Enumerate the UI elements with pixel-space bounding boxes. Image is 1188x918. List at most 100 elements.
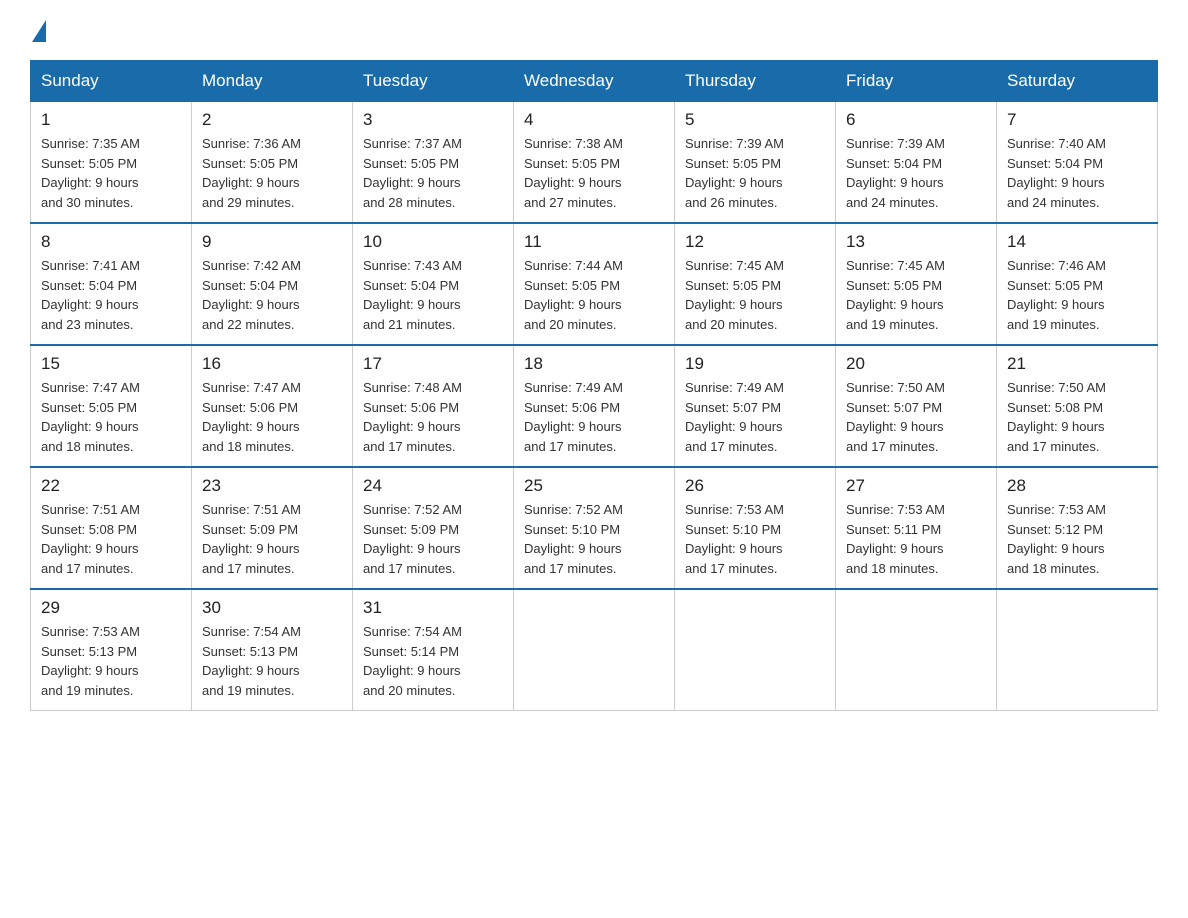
day-info: Sunrise: 7:45 AMSunset: 5:05 PMDaylight:… xyxy=(685,256,825,334)
calendar-cell: 6 Sunrise: 7:39 AMSunset: 5:04 PMDaylight… xyxy=(836,102,997,224)
calendar-cell: 19 Sunrise: 7:49 AMSunset: 5:07 PMDayligh… xyxy=(675,345,836,467)
day-info: Sunrise: 7:49 AMSunset: 5:06 PMDaylight:… xyxy=(524,378,664,456)
calendar-week-row: 29 Sunrise: 7:53 AMSunset: 5:13 PMDayligh… xyxy=(31,589,1158,711)
weekday-header-sunday: Sunday xyxy=(31,61,192,102)
day-number: 16 xyxy=(202,354,342,374)
day-info: Sunrise: 7:53 AMSunset: 5:13 PMDaylight:… xyxy=(41,622,181,700)
calendar-cell: 20 Sunrise: 7:50 AMSunset: 5:07 PMDayligh… xyxy=(836,345,997,467)
calendar-cell: 16Sunrise: 7:47 AMSunset: 5:06 PMDayligh… xyxy=(192,345,353,467)
day-info: Sunrise: 7:54 AMSunset: 5:13 PMDaylight:… xyxy=(202,622,342,700)
calendar-cell: 14Sunrise: 7:46 AMSunset: 5:05 PMDayligh… xyxy=(997,223,1158,345)
calendar-cell: 8Sunrise: 7:41 AMSunset: 5:04 PMDaylight… xyxy=(31,223,192,345)
day-info: Sunrise: 7:39 AMSunset: 5:05 PMDaylight:… xyxy=(685,134,825,212)
day-info: Sunrise: 7:47 AMSunset: 5:05 PMDaylight:… xyxy=(41,378,181,456)
day-info: Sunrise: 7:51 AMSunset: 5:08 PMDaylight:… xyxy=(41,500,181,578)
weekday-header-monday: Monday xyxy=(192,61,353,102)
day-number: 19 xyxy=(685,354,825,374)
day-number: 15 xyxy=(41,354,181,374)
day-info: Sunrise: 7:36 AMSunset: 5:05 PMDaylight:… xyxy=(202,134,342,212)
calendar-cell: 27 Sunrise: 7:53 AMSunset: 5:11 PMDayligh… xyxy=(836,467,997,589)
day-number: 2 xyxy=(202,110,342,130)
day-number: 31 xyxy=(363,598,503,618)
calendar-cell: 9 Sunrise: 7:42 AMSunset: 5:04 PMDaylight… xyxy=(192,223,353,345)
calendar-cell: 30 Sunrise: 7:54 AMSunset: 5:13 PMDayligh… xyxy=(192,589,353,711)
day-info: Sunrise: 7:43 AMSunset: 5:04 PMDaylight:… xyxy=(363,256,503,334)
calendar-cell: 22 Sunrise: 7:51 AMSunset: 5:08 PMDayligh… xyxy=(31,467,192,589)
calendar-week-row: 22 Sunrise: 7:51 AMSunset: 5:08 PMDayligh… xyxy=(31,467,1158,589)
day-info: Sunrise: 7:38 AMSunset: 5:05 PMDaylight:… xyxy=(524,134,664,212)
calendar-cell: 25 Sunrise: 7:52 AMSunset: 5:10 PMDayligh… xyxy=(514,467,675,589)
day-number: 11 xyxy=(524,232,664,252)
day-info: Sunrise: 7:49 AMSunset: 5:07 PMDaylight:… xyxy=(685,378,825,456)
page-header xyxy=(30,20,1158,42)
day-number: 17 xyxy=(363,354,503,374)
day-info: Sunrise: 7:52 AMSunset: 5:10 PMDaylight:… xyxy=(524,500,664,578)
day-info: Sunrise: 7:39 AMSunset: 5:04 PMDaylight:… xyxy=(846,134,986,212)
calendar-cell: 2 Sunrise: 7:36 AMSunset: 5:05 PMDaylight… xyxy=(192,102,353,224)
day-info: Sunrise: 7:44 AMSunset: 5:05 PMDaylight:… xyxy=(524,256,664,334)
day-number: 6 xyxy=(846,110,986,130)
calendar-cell: 10 Sunrise: 7:43 AMSunset: 5:04 PMDayligh… xyxy=(353,223,514,345)
calendar-cell: 5 Sunrise: 7:39 AMSunset: 5:05 PMDaylight… xyxy=(675,102,836,224)
calendar-cell: 31 Sunrise: 7:54 AMSunset: 5:14 PMDayligh… xyxy=(353,589,514,711)
day-number: 4 xyxy=(524,110,664,130)
day-number: 21 xyxy=(1007,354,1147,374)
weekday-header-wednesday: Wednesday xyxy=(514,61,675,102)
day-number: 13 xyxy=(846,232,986,252)
day-number: 30 xyxy=(202,598,342,618)
day-info: Sunrise: 7:53 AMSunset: 5:11 PMDaylight:… xyxy=(846,500,986,578)
day-info: Sunrise: 7:48 AMSunset: 5:06 PMDaylight:… xyxy=(363,378,503,456)
day-info: Sunrise: 7:53 AMSunset: 5:12 PMDaylight:… xyxy=(1007,500,1147,578)
day-info: Sunrise: 7:50 AMSunset: 5:07 PMDaylight:… xyxy=(846,378,986,456)
weekday-header-tuesday: Tuesday xyxy=(353,61,514,102)
day-number: 27 xyxy=(846,476,986,496)
day-number: 14 xyxy=(1007,232,1147,252)
calendar-cell xyxy=(997,589,1158,711)
calendar-cell: 3Sunrise: 7:37 AMSunset: 5:05 PMDaylight… xyxy=(353,102,514,224)
day-number: 25 xyxy=(524,476,664,496)
calendar-cell: 18 Sunrise: 7:49 AMSunset: 5:06 PMDayligh… xyxy=(514,345,675,467)
weekday-header-saturday: Saturday xyxy=(997,61,1158,102)
day-number: 18 xyxy=(524,354,664,374)
day-number: 20 xyxy=(846,354,986,374)
calendar-cell: 12 Sunrise: 7:45 AMSunset: 5:05 PMDayligh… xyxy=(675,223,836,345)
day-number: 7 xyxy=(1007,110,1147,130)
calendar-cell: 24 Sunrise: 7:52 AMSunset: 5:09 PMDayligh… xyxy=(353,467,514,589)
day-info: Sunrise: 7:37 AMSunset: 5:05 PMDaylight:… xyxy=(363,134,503,212)
day-number: 8 xyxy=(41,232,181,252)
day-info: Sunrise: 7:53 AMSunset: 5:10 PMDaylight:… xyxy=(685,500,825,578)
calendar-week-row: 8Sunrise: 7:41 AMSunset: 5:04 PMDaylight… xyxy=(31,223,1158,345)
logo-triangle-icon xyxy=(32,20,46,42)
calendar-cell: 23 Sunrise: 7:51 AMSunset: 5:09 PMDayligh… xyxy=(192,467,353,589)
weekday-header-friday: Friday xyxy=(836,61,997,102)
weekday-header-thursday: Thursday xyxy=(675,61,836,102)
day-number: 24 xyxy=(363,476,503,496)
calendar-cell: 4 Sunrise: 7:38 AMSunset: 5:05 PMDaylight… xyxy=(514,102,675,224)
calendar-cell: 26 Sunrise: 7:53 AMSunset: 5:10 PMDayligh… xyxy=(675,467,836,589)
calendar-cell: 28Sunrise: 7:53 AMSunset: 5:12 PMDayligh… xyxy=(997,467,1158,589)
day-number: 5 xyxy=(685,110,825,130)
day-number: 9 xyxy=(202,232,342,252)
calendar-cell: 1Sunrise: 7:35 AMSunset: 5:05 PMDaylight… xyxy=(31,102,192,224)
calendar-cell: 21Sunrise: 7:50 AMSunset: 5:08 PMDayligh… xyxy=(997,345,1158,467)
calendar-week-row: 15 Sunrise: 7:47 AMSunset: 5:05 PMDayligh… xyxy=(31,345,1158,467)
day-info: Sunrise: 7:45 AMSunset: 5:05 PMDaylight:… xyxy=(846,256,986,334)
day-number: 22 xyxy=(41,476,181,496)
day-number: 29 xyxy=(41,598,181,618)
calendar-cell xyxy=(836,589,997,711)
day-number: 12 xyxy=(685,232,825,252)
day-number: 26 xyxy=(685,476,825,496)
day-number: 1 xyxy=(41,110,181,130)
day-info: Sunrise: 7:42 AMSunset: 5:04 PMDaylight:… xyxy=(202,256,342,334)
calendar-cell xyxy=(675,589,836,711)
weekday-header-row: SundayMondayTuesdayWednesdayThursdayFrid… xyxy=(31,61,1158,102)
calendar-week-row: 1Sunrise: 7:35 AMSunset: 5:05 PMDaylight… xyxy=(31,102,1158,224)
day-info: Sunrise: 7:52 AMSunset: 5:09 PMDaylight:… xyxy=(363,500,503,578)
day-info: Sunrise: 7:51 AMSunset: 5:09 PMDaylight:… xyxy=(202,500,342,578)
day-number: 23 xyxy=(202,476,342,496)
day-info: Sunrise: 7:54 AMSunset: 5:14 PMDaylight:… xyxy=(363,622,503,700)
calendar-table: SundayMondayTuesdayWednesdayThursdayFrid… xyxy=(30,60,1158,711)
day-number: 10 xyxy=(363,232,503,252)
logo xyxy=(30,20,48,42)
calendar-cell: 29 Sunrise: 7:53 AMSunset: 5:13 PMDayligh… xyxy=(31,589,192,711)
